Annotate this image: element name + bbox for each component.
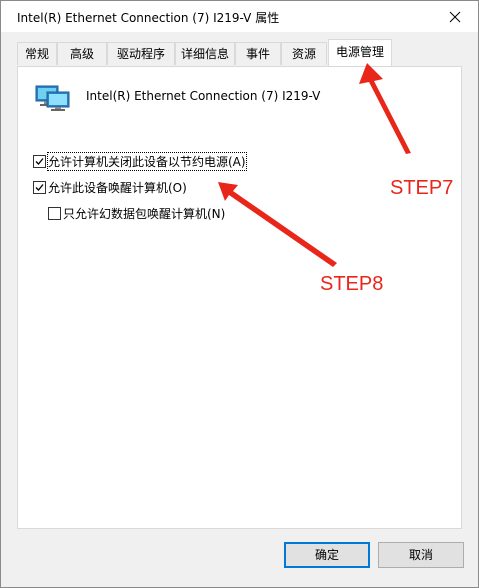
step8-annotation: STEP8 (320, 273, 384, 295)
step7-arrow (359, 63, 411, 154)
step8-arrow (218, 182, 337, 267)
step7-annotation: STEP7 (390, 177, 454, 199)
properties-dialog: Intel(R) Ethernet Connection (7) I219-V … (0, 0, 479, 588)
annotation-arrows (218, 63, 411, 267)
